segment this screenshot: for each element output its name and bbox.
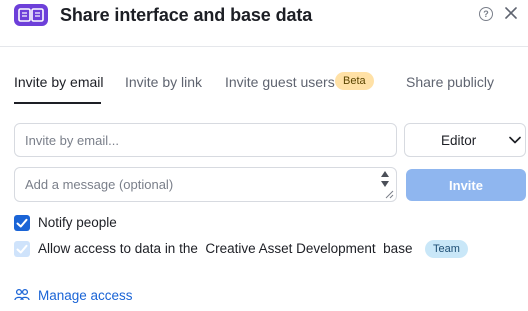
- people-icon: [14, 288, 30, 301]
- checkmark-icon: [16, 218, 28, 228]
- tab-invite-by-link[interactable]: Invite by link: [125, 74, 202, 90]
- resize-grip-icon[interactable]: [385, 190, 394, 199]
- allow-access-checkbox: [14, 241, 30, 257]
- active-tab-indicator: [14, 102, 101, 104]
- dialog-header: Share interface and base data ?: [0, 0, 528, 47]
- role-select-value: Editor: [441, 133, 477, 148]
- checkmark-icon: [16, 244, 28, 254]
- close-icon[interactable]: [503, 5, 519, 21]
- spin-down-arrow-icon[interactable]: [381, 181, 389, 187]
- manage-access-label: Manage access: [38, 287, 133, 303]
- beta-badge: Beta: [335, 72, 374, 90]
- dialog-title: Share interface and base data: [60, 5, 313, 25]
- message-field[interactable]: [14, 167, 397, 202]
- role-select[interactable]: Editor: [404, 123, 526, 157]
- allow-access-label: Allow access to data in the Creative Ass…: [38, 241, 413, 256]
- tab-share-publicly[interactable]: Share publicly: [406, 74, 494, 90]
- tab-invite-by-email[interactable]: Invite by email: [14, 74, 103, 90]
- share-tabs: Invite by email Invite by link Invite gu…: [0, 62, 528, 104]
- spin-up-arrow-icon[interactable]: [381, 171, 389, 177]
- invite-button[interactable]: Invite: [406, 169, 526, 201]
- manage-access-link[interactable]: Manage access: [14, 286, 133, 304]
- chevron-down-icon: [509, 136, 521, 144]
- notify-people-label: Notify people: [38, 215, 117, 230]
- question-mark-icon[interactable]: ?: [479, 7, 493, 21]
- email-input[interactable]: [14, 123, 397, 157]
- team-badge: Team: [425, 240, 468, 258]
- tab-invite-guest-users[interactable]: Invite guest users: [225, 74, 335, 90]
- notify-people-checkbox[interactable]: [14, 215, 30, 231]
- message-input[interactable]: [25, 177, 365, 192]
- open-book-icon: [14, 4, 48, 26]
